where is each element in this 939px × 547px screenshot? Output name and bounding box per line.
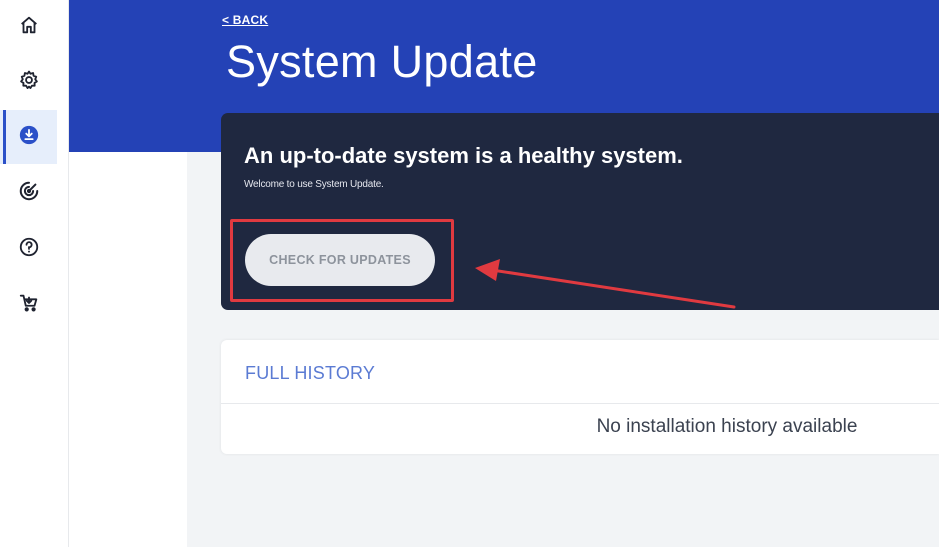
update-card-heading: An up-to-date system is a healthy system… [244, 143, 683, 168]
sidebar-item-help[interactable] [0, 222, 57, 276]
update-card-subtitle: Welcome to use System Update. [244, 179, 384, 190]
sidebar-item-shop[interactable] [0, 278, 57, 332]
sidebar-item-scan[interactable] [0, 166, 57, 220]
history-empty-message: No installation history available [596, 416, 858, 437]
page-title: System Update [226, 36, 538, 87]
home-icon [18, 14, 40, 41]
main-content: < BACK System Update An up-to-date syste… [69, 0, 939, 547]
back-link[interactable]: < BACK [222, 13, 268, 27]
update-card: An up-to-date system is a healthy system… [221, 113, 939, 310]
app-window: < BACK System Update An up-to-date syste… [0, 0, 939, 547]
sidebar-item-home[interactable] [0, 0, 57, 54]
radar-icon [18, 180, 40, 207]
sidebar-item-settings[interactable] [0, 55, 57, 109]
sidebar-item-system-update[interactable] [0, 110, 57, 164]
cart-icon [18, 292, 40, 319]
download-icon [18, 124, 40, 151]
history-divider [221, 403, 939, 404]
history-title[interactable]: FULL HISTORY [245, 363, 375, 384]
sidebar [0, 0, 69, 547]
history-card: FULL HISTORY No installation history ava… [221, 340, 939, 454]
help-icon [18, 236, 40, 263]
gear-icon [18, 69, 40, 96]
check-for-updates-button[interactable]: CHECK FOR UPDATES [245, 234, 435, 286]
